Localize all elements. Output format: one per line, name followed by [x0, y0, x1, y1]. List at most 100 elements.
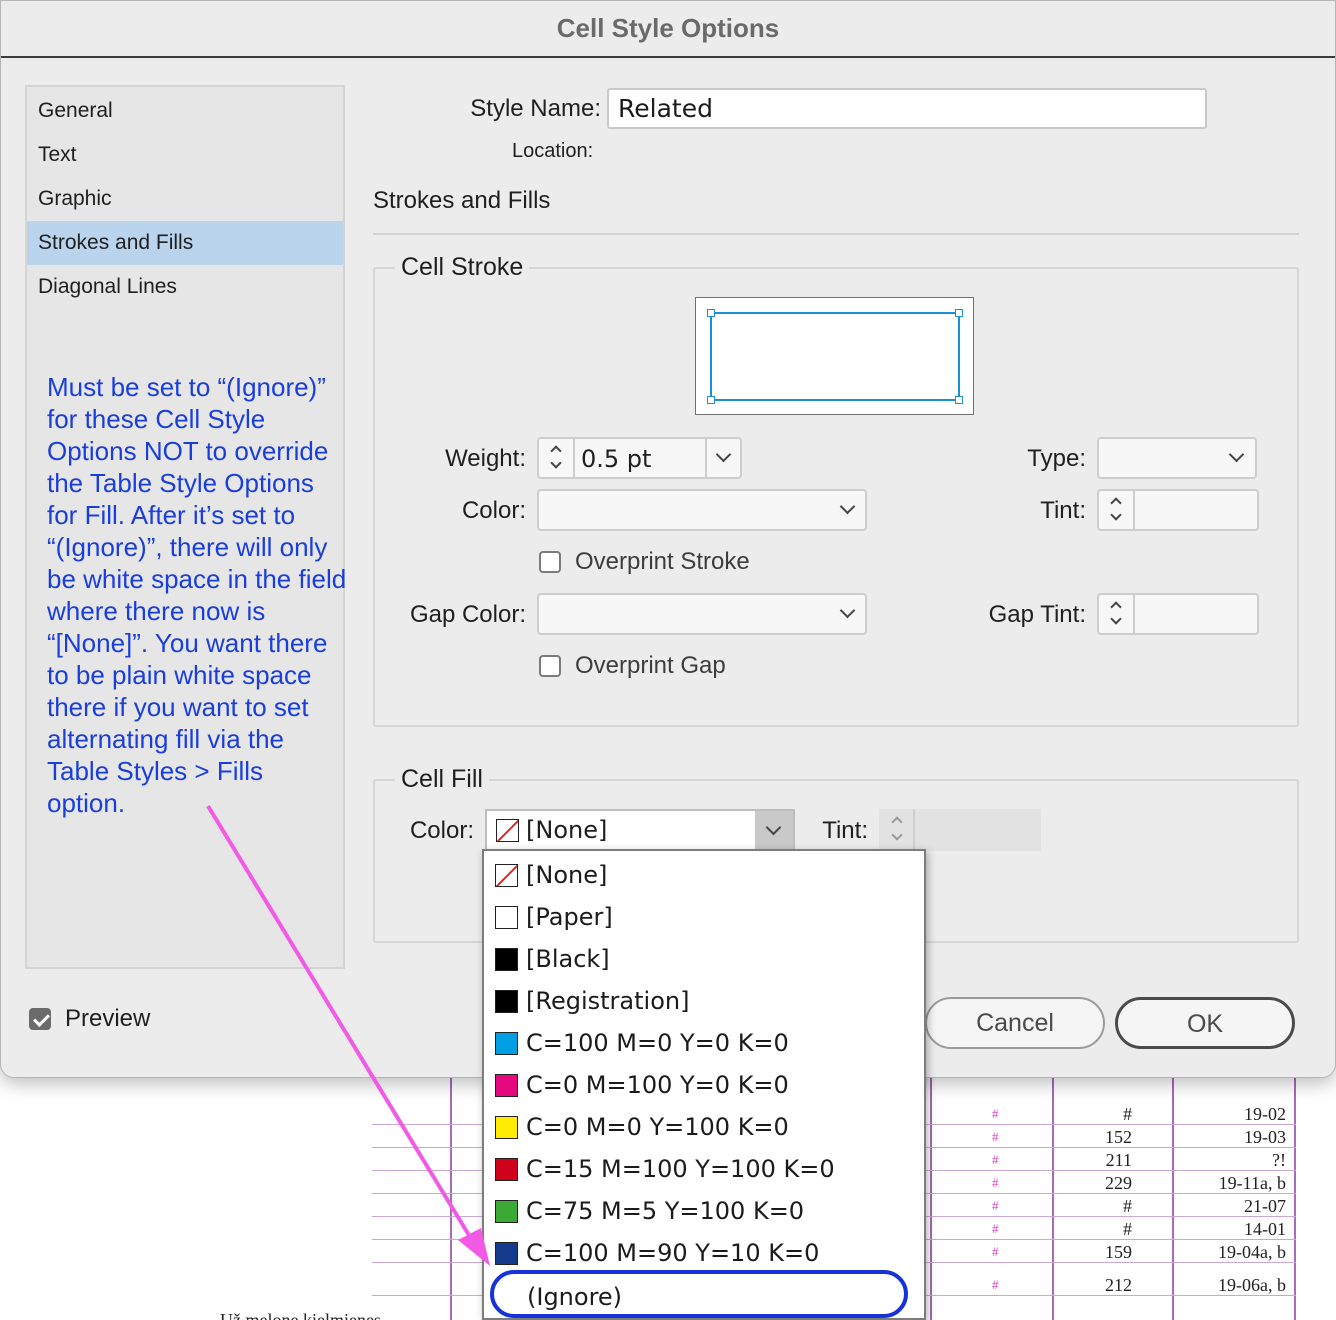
- cancel-button[interactable]: Cancel: [925, 997, 1105, 1049]
- table-cell: 159: [1105, 1242, 1132, 1262]
- menu-item-swatch[interactable]: C=100 M=0 Y=0 K=0: [495, 1022, 789, 1064]
- gap-color-label: Gap Color:: [409, 601, 526, 628]
- stroke-proxy-handle[interactable]: [955, 396, 963, 404]
- type-label: Type:: [1027, 445, 1086, 472]
- menu-item-label: C=75 M=5 Y=100 K=0: [526, 1197, 805, 1225]
- color-swatch-icon: [495, 1199, 518, 1223]
- fill-color-label: Color:: [409, 817, 474, 844]
- menu-item-swatch[interactable]: C=100 M=90 Y=10 K=0: [495, 1232, 819, 1274]
- fill-tint-field[interactable]: [879, 809, 1041, 851]
- menu-item-none[interactable]: [None]: [495, 854, 607, 896]
- sidebar-item-text[interactable]: Text: [27, 133, 343, 177]
- table-cell-marker: #: [992, 1244, 999, 1259]
- table-cell: 21-07: [1244, 1196, 1286, 1216]
- chevron-up-icon: [550, 445, 562, 457]
- fill-color-menu: [None] [Paper] [Black] [Registration] C=100 …: [482, 849, 926, 1320]
- table-column-line: [1172, 1078, 1174, 1320]
- stroke-proxy-handle[interactable]: [707, 396, 715, 404]
- menu-item-swatch[interactable]: C=0 M=0 Y=100 K=0: [495, 1106, 789, 1148]
- menu-item-swatch[interactable]: C=75 M=5 Y=100 K=0: [495, 1190, 804, 1232]
- menu-item-swatch[interactable]: C=0 M=100 Y=0 K=0: [495, 1064, 789, 1106]
- tint-field[interactable]: [1097, 489, 1259, 531]
- tint-stepper[interactable]: [1099, 491, 1135, 529]
- menu-item-label: C=0 M=100 Y=0 K=0: [526, 1071, 789, 1099]
- cell-fill-title: Cell Fill: [395, 765, 489, 794]
- section-divider: [373, 233, 1299, 235]
- overprint-stroke-checkbox[interactable]: [539, 551, 561, 573]
- weight-divider: [705, 439, 707, 477]
- color-swatch-icon: [495, 947, 518, 971]
- tint-label: Tint:: [1040, 497, 1086, 524]
- menu-item-swatch[interactable]: [Paper]: [495, 896, 613, 938]
- weight-stepper[interactable]: [539, 439, 575, 477]
- chevron-down-icon: [1228, 446, 1245, 463]
- table-cell: 229: [1105, 1173, 1132, 1193]
- table-column-line: [930, 1078, 932, 1320]
- chevron-down-icon[interactable]: [715, 446, 732, 463]
- table-cell-marker: #: [992, 1106, 999, 1121]
- fill-tint-label: Tint:: [822, 817, 868, 844]
- overprint-gap-checkbox[interactable]: [539, 655, 561, 677]
- table-cell: 19-11a, b: [1218, 1173, 1286, 1193]
- gap-tint-field[interactable]: [1097, 593, 1259, 635]
- style-name-input[interactable]: Related: [607, 88, 1207, 129]
- table-cell: ?!: [1272, 1150, 1286, 1170]
- table-cell: 14-01: [1244, 1219, 1286, 1239]
- table-cell: 19-03: [1244, 1127, 1286, 1147]
- section-title: Strokes and Fills: [373, 187, 551, 214]
- table-column-line: [1294, 1078, 1296, 1320]
- table-cell: 211: [1105, 1150, 1132, 1170]
- sidebar-item-diagonal-lines[interactable]: Diagonal Lines: [27, 265, 343, 309]
- fill-tint-stepper[interactable]: [879, 809, 915, 851]
- sidebar-item-graphic[interactable]: Graphic: [27, 177, 343, 221]
- color-swatch-icon: [495, 863, 518, 887]
- annotation-note: Must be set to “(Ignore)” for these Cell…: [47, 372, 347, 818]
- table-cell: 152: [1105, 1127, 1132, 1147]
- dialog-title: Cell Style Options: [1, 1, 1335, 58]
- color-swatch-icon: [495, 1157, 518, 1181]
- table-cell-marker: #: [992, 1221, 999, 1236]
- stroke-color-select[interactable]: [537, 489, 867, 531]
- preview-toggle[interactable]: Preview: [29, 1005, 150, 1032]
- overprint-gap-toggle[interactable]: Overprint Gap: [539, 652, 726, 680]
- table-cell: 212: [1105, 1275, 1132, 1295]
- overprint-gap-label: Overprint Gap: [575, 652, 726, 679]
- menu-item-swatch[interactable]: [Registration]: [495, 980, 689, 1022]
- weight-field[interactable]: 0.5 pt: [537, 437, 742, 479]
- menu-item-label: [None]: [526, 861, 608, 889]
- background-text: Už melone kielmienes: [220, 1310, 381, 1320]
- table-cell-marker: #: [992, 1129, 999, 1144]
- fill-color-value: [None]: [526, 816, 608, 844]
- fill-color-select[interactable]: [None]: [485, 809, 795, 851]
- overprint-stroke-label: Overprint Stroke: [575, 548, 750, 575]
- preview-checkbox[interactable]: [29, 1008, 51, 1030]
- overprint-stroke-toggle[interactable]: Overprint Stroke: [539, 548, 750, 576]
- gap-tint-stepper[interactable]: [1099, 595, 1135, 633]
- table-cell-marker: #: [992, 1175, 999, 1190]
- chevron-down-icon: [765, 819, 782, 836]
- sidebar-item-strokes-and-fills[interactable]: Strokes and Fills: [27, 221, 343, 265]
- ok-button[interactable]: OK: [1115, 997, 1295, 1049]
- stroke-proxy-handle[interactable]: [707, 309, 715, 317]
- menu-item-swatch[interactable]: C=15 M=100 Y=100 K=0: [495, 1148, 835, 1190]
- fill-color-dropdown-button[interactable]: [755, 811, 793, 849]
- stroke-proxy-preview[interactable]: [695, 297, 974, 415]
- menu-item-label: C=15 M=100 Y=100 K=0: [526, 1155, 835, 1183]
- chevron-down-icon: [891, 829, 903, 841]
- chevron-down-icon: [1110, 613, 1122, 625]
- gap-tint-label: Gap Tint:: [988, 601, 1086, 628]
- chevron-up-icon: [891, 816, 903, 828]
- table-cell: #: [1123, 1104, 1132, 1124]
- menu-item-label: [Registration]: [526, 987, 690, 1015]
- none-swatch-icon: [496, 819, 519, 842]
- table-cell: 19-04a, b: [1218, 1242, 1286, 1262]
- sidebar-item-general[interactable]: General: [27, 89, 343, 133]
- color-swatch-icon: [495, 1031, 518, 1055]
- menu-item-label: C=0 M=0 Y=100 K=0: [526, 1113, 789, 1141]
- type-select[interactable]: [1097, 437, 1257, 479]
- stroke-proxy-handle[interactable]: [955, 309, 963, 317]
- chevron-down-icon: [839, 602, 856, 619]
- table-cell-marker: #: [992, 1152, 999, 1167]
- menu-item-swatch[interactable]: [Black]: [495, 938, 610, 980]
- gap-color-select[interactable]: [537, 593, 867, 635]
